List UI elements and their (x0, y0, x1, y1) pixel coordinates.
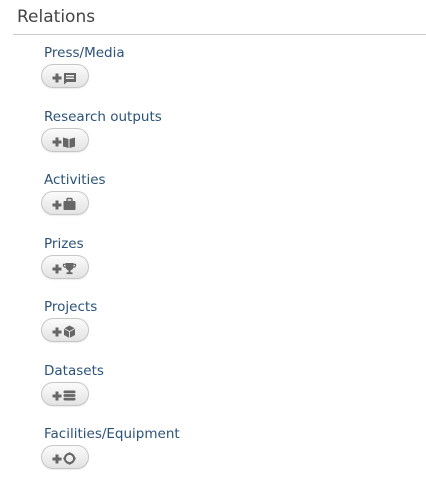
add-research-output-button[interactable] (41, 128, 89, 152)
relation-prizes: Prizes (41, 235, 384, 279)
section-title: Relations (17, 7, 96, 27)
cube-icon (52, 325, 76, 338)
add-project-button[interactable] (41, 318, 89, 342)
relation-label-prizes: Prizes (44, 236, 84, 252)
relation-datasets: Datasets (41, 362, 384, 406)
relation-press-media: Press/Media (41, 44, 384, 88)
relation-label-press-media: Press/Media (44, 45, 125, 61)
relation-projects: Projects (41, 298, 384, 342)
press-media-icon (52, 73, 76, 85)
add-press-media-button[interactable] (41, 64, 89, 88)
add-prize-button[interactable] (41, 255, 89, 279)
relation-activities: Activities (41, 171, 384, 215)
add-dataset-button[interactable] (41, 382, 89, 406)
relation-research-outputs: Research outputs (41, 108, 384, 152)
section-divider (13, 34, 426, 35)
add-activity-button[interactable] (41, 191, 89, 215)
relation-label-activities: Activities (44, 172, 106, 188)
relation-label-projects: Projects (44, 299, 98, 315)
relation-label-research-outputs: Research outputs (44, 109, 162, 125)
briefcase-icon (52, 197, 76, 210)
database-icon (52, 390, 76, 401)
book-icon (52, 137, 75, 148)
relations-panel: Relations Press/Media Research outputs A… (0, 0, 426, 485)
relation-facilities-equipment: Facilities/Equipment (41, 425, 384, 469)
relation-label-datasets: Datasets (44, 363, 104, 379)
add-facility-equipment-button[interactable] (41, 445, 89, 469)
relation-label-facilities-equipment: Facilities/Equipment (44, 426, 180, 442)
ring-icon (52, 452, 76, 465)
trophy-icon (52, 263, 77, 275)
